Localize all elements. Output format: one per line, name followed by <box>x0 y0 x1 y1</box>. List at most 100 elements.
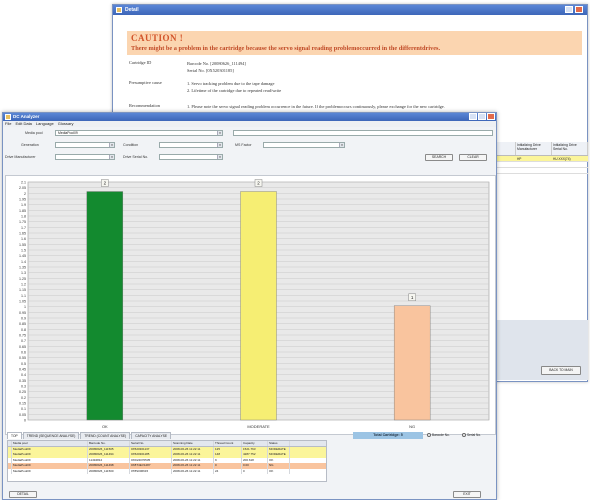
presumptive-cause-label: Presumptive cause <box>129 80 162 85</box>
col-capacity[interactable]: Capacity <box>242 441 268 446</box>
condition-label: Condition <box>123 143 139 147</box>
y-tick-label: 0.45 <box>19 368 26 372</box>
back-col-header: Initializing Drive Manufacturer <box>516 142 552 155</box>
caution-banner: CAUTION ! There might be a problem in th… <box>127 31 582 55</box>
y-tick-label: 1.35 <box>19 266 26 270</box>
status-bar-chart: 2.1 2.05 2 1.95 1.9 1.85 1.8 1.75 1.7 1.65 1.6 1.55… <box>5 175 496 435</box>
tab-trend-sequence[interactable]: TREND (SEQUENCE ANALYSE) <box>22 432 80 439</box>
y-tick-label: 0.15 <box>19 402 26 406</box>
cartridge-id-label: Cartridge ID <box>129 60 152 65</box>
col-barcode[interactable]: Barcode No. <box>88 441 130 446</box>
y-tick-label: 0.35 <box>19 379 26 383</box>
y-tick-label: 0.4 <box>21 373 26 377</box>
radio-barcode[interactable]: Barcode No. <box>427 433 450 437</box>
y-tick-label: 2.05 <box>19 186 26 190</box>
y-tick-label: 0.95 <box>19 311 26 315</box>
drive-serial-select[interactable]: ▾ <box>159 154 223 160</box>
minimize-icon[interactable] <box>565 6 573 13</box>
chart-svg: 2.12.05 2 1.951.9 1.85 1.81.75 1.7 1.651.6 1.55… <box>19 179 490 429</box>
search-button[interactable]: SEARCH <box>425 154 453 161</box>
y-tick-label: 1.65 <box>19 232 26 236</box>
exit-button[interactable]: EXIT <box>453 491 481 498</box>
y-tick-label: 1.8 <box>21 215 26 219</box>
y-tick-label: 1.6 <box>21 237 26 241</box>
y-tick-label: 0.8 <box>21 328 26 332</box>
y-tick-label: 1.15 <box>19 288 26 292</box>
chevron-down-icon: ▾ <box>339 143 344 147</box>
condition-select[interactable]: ▾ <box>159 142 223 148</box>
back-col-header: Initializing Drive Serial No. <box>552 142 588 155</box>
recommendation-text: 1. Please note the servo signal reading … <box>187 104 445 109</box>
generation-select[interactable]: ▾ <box>55 142 115 148</box>
chevron-down-icon: ▾ <box>217 155 222 159</box>
y-tick-label: 1.9 <box>21 203 26 207</box>
serial-line: Serial No. [0X520301185] <box>187 68 234 73</box>
media-pool-label: Media pool <box>25 131 43 135</box>
back-to-main-button[interactable]: BACK TO MAIN <box>541 366 581 375</box>
cause-1: 1. Servo tracking problem due to the tap… <box>187 81 275 86</box>
table-row[interactable]: MediaPool09 20080626_111500 0T8S006615 2008… <box>8 468 326 474</box>
x-tick-label: OK <box>102 424 108 429</box>
y-tick-label: 0.55 <box>19 356 26 360</box>
y-tick-label: 0.05 <box>19 413 26 417</box>
y-tick-label: 1.95 <box>19 198 26 202</box>
y-tick-label: 1.25 <box>19 277 26 281</box>
total-cartridge-badge: Total Cartridge: 5 <box>353 432 423 439</box>
detail-button[interactable]: DETAIL <box>9 491 37 498</box>
y-tick-label: 0.6 <box>21 351 26 355</box>
cause-2: 2. Lifetime of the cartridge due to repe… <box>187 88 282 93</box>
y-tick-label: 1.75 <box>19 220 26 224</box>
minimize-icon[interactable] <box>469 113 477 120</box>
tab-top[interactable]: TOP <box>7 432 22 439</box>
col-scanning-date[interactable]: Scanning Date <box>172 441 214 446</box>
drive-manufacturer-select[interactable]: ▾ <box>55 154 115 160</box>
y-tick-label: 0.3 <box>21 385 26 389</box>
x-tick-label: MODERATE <box>247 424 270 429</box>
detail-window-titlebar: Detail <box>113 5 587 15</box>
tab-trend-count[interactable]: TREND (COUNT ANALYSE) <box>80 432 131 439</box>
barcode-line: Barcode No. [20080626_111494] <box>187 61 246 66</box>
y-tick-label: 0.1 <box>21 407 26 411</box>
radio-icon <box>427 433 431 437</box>
col-media-pool[interactable]: Media pool <box>12 441 88 446</box>
y-tick-label: 0.85 <box>19 322 26 326</box>
y-tick-label: 1.45 <box>19 254 26 258</box>
x-tick-label: NG <box>409 424 415 429</box>
maximize-icon[interactable] <box>478 113 486 120</box>
col-thread-count[interactable]: Thread Count <box>214 441 242 446</box>
y-tick-label: 2.1 <box>21 181 26 185</box>
dc-analyzer-titlebar: DC Analyzer <box>3 113 496 121</box>
y-tick-label: 0.7 <box>21 339 26 343</box>
y-tick-label: 0.65 <box>19 345 26 349</box>
y-tick-label: 1.5 <box>21 249 26 253</box>
y-tick-label: 1.85 <box>19 209 26 213</box>
caution-title: CAUTION ! <box>131 33 184 43</box>
close-icon[interactable] <box>575 6 583 13</box>
caution-message: There might be a problem in the cartridg… <box>131 45 441 52</box>
y-tick-label: 0.75 <box>19 334 26 338</box>
app-icon <box>5 114 11 120</box>
close-icon[interactable] <box>487 113 495 120</box>
y-tick-label: 1 <box>24 305 26 309</box>
generation-label: Generation <box>21 143 39 147</box>
col-status[interactable]: Status <box>268 441 290 446</box>
clear-button[interactable]: CLEAR <box>459 154 487 161</box>
cartridge-table: Media pool Barcode No. Serial No. Scanni… <box>7 440 327 482</box>
recommendation-label: Recommendation <box>129 103 160 108</box>
media-pool-select[interactable]: MediaPool09 ▾ <box>55 130 223 136</box>
bar-ng <box>393 305 431 421</box>
y-tick-label: 0 <box>24 419 26 423</box>
bar-moderate <box>240 191 277 421</box>
drive-manufacturer-label: Drive Manufacturer <box>5 155 36 159</box>
bar-ok <box>86 191 124 421</box>
app-icon <box>116 7 122 13</box>
col-serial[interactable]: Serial No. <box>130 441 172 446</box>
media-pool-detail-field[interactable] <box>233 130 493 136</box>
ms-factor-label: MS Factor <box>235 143 252 147</box>
tab-capacity[interactable]: CAPACITY ANALYSE <box>131 432 172 439</box>
radio-icon <box>462 433 466 437</box>
chevron-down-icon: ▾ <box>217 131 222 135</box>
radio-serial[interactable]: Serial No. <box>462 433 481 437</box>
ms-factor-select[interactable]: ▾ <box>263 142 345 148</box>
y-tick-label: 0.25 <box>19 390 26 394</box>
